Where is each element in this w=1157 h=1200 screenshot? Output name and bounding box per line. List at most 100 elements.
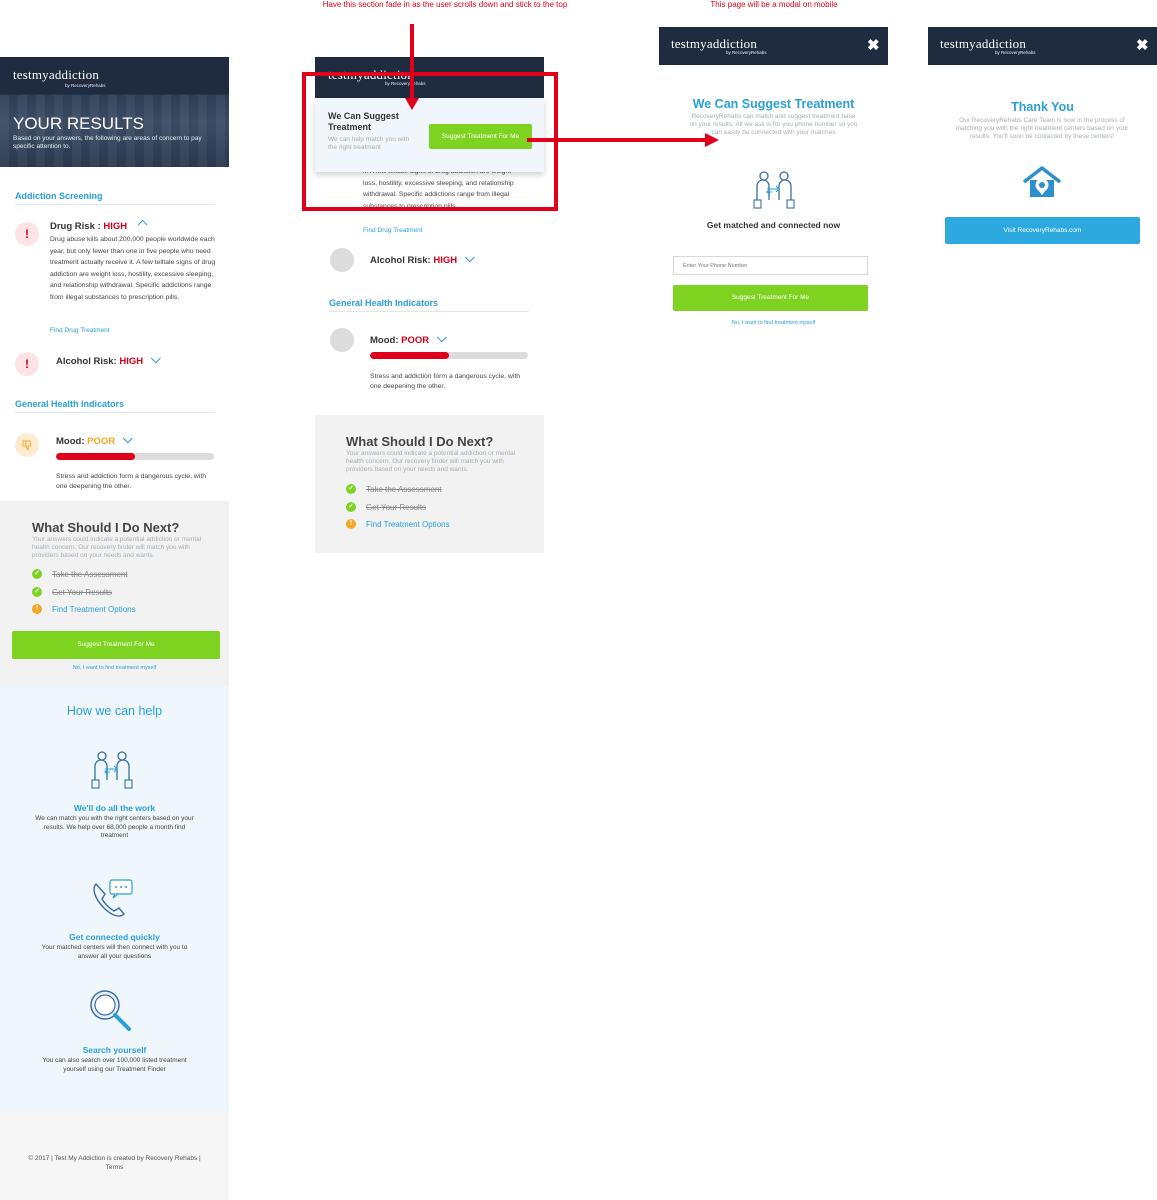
chevron-up-icon[interactable]	[137, 219, 148, 230]
mood-thumbs-down-icon	[15, 433, 39, 457]
close-icon[interactable]: ✖	[1136, 38, 1149, 53]
next-steps-description: Your answers could indicate a potential …	[32, 536, 202, 559]
step-find-treatment[interactable]: ! Find Treatment Options	[346, 519, 450, 529]
mood-description: Stress and addiction form a dangerous cy…	[370, 373, 520, 390]
annotation-arrow-line	[527, 138, 707, 142]
mood-heading[interactable]: Mood: POOR	[370, 332, 447, 346]
mood-progress-fill	[56, 453, 135, 460]
thanks-title: Thank You	[1011, 100, 1074, 114]
alcohol-risk-label: Alcohol Risk:	[56, 356, 117, 367]
results-hero: testmyaddiction by RecoveryRehabs YOUR R…	[0, 57, 229, 167]
step-label: Get Your Results	[366, 502, 427, 512]
next-steps-description: Your answers could indicate a potential …	[346, 450, 516, 473]
next-steps-section: What Should I Do Next? Your answers coul…	[315, 415, 544, 553]
feature-description: You can also search over 100,000 listed …	[42, 1057, 187, 1073]
step-label: Take the Assessment	[366, 484, 442, 494]
annotation-arrow-head	[405, 98, 419, 110]
alcohol-risk-alert-icon: !	[15, 352, 39, 376]
mood-progress-bar	[370, 352, 528, 359]
alcohol-risk-level: HIGH	[433, 255, 458, 266]
alcohol-risk-heading[interactable]: Alcohol Risk: HIGH	[370, 252, 475, 266]
step-get-results: ✓ Get Your Results	[32, 587, 112, 597]
feature-title: We'll do all the work	[73, 803, 156, 813]
page-subtitle: Based on your answers, the following are…	[13, 135, 202, 150]
footer: © 2017 | Test My Addiction is created by…	[0, 1112, 229, 1200]
chevron-down-icon[interactable]	[464, 252, 475, 263]
close-icon[interactable]: ✖	[867, 38, 880, 53]
mood-progress-fill	[370, 352, 449, 359]
chevron-down-icon[interactable]	[122, 433, 133, 444]
drug-risk-heading[interactable]: Drug Risk : HIGH	[50, 219, 148, 232]
mood-level: POOR	[87, 436, 116, 447]
mood-icon	[330, 328, 354, 352]
mood-description: Stress and addiction form a dangerous cy…	[56, 473, 206, 490]
matching-people-icon	[752, 170, 798, 210]
feature-description: We can match you with the right centers …	[35, 815, 194, 839]
general-health-section-title: General Health Indicators	[15, 399, 125, 409]
chevron-down-icon[interactable]	[150, 353, 161, 364]
help-title: How we can help	[66, 704, 163, 718]
step-label[interactable]: Find Treatment Options	[52, 605, 136, 614]
feature-description: Your matched centers will then connect w…	[41, 944, 188, 960]
section-divider	[15, 412, 215, 413]
find-drug-treatment-link[interactable]: Find Drug Treatment	[363, 227, 423, 234]
drug-risk-description: Drug abuse kills about 200,000 people wo…	[50, 236, 216, 301]
logo-subtitle: by RecoveryRehabs	[65, 83, 106, 88]
modal-description: RecoveryRehabs can match and suggest tre…	[689, 113, 858, 136]
modal-suggest-treatment-button[interactable]: Suggest Treatment For Me	[673, 285, 868, 311]
find-treatment-myself-link[interactable]: No, I want to find treatment myself	[0, 665, 229, 671]
home-location-icon	[1021, 166, 1063, 200]
step-take-assessment: ✓ Take the Assessment	[32, 569, 128, 579]
mood-heading[interactable]: Mood: POOR	[56, 433, 133, 447]
drug-risk-alert-icon: !	[15, 222, 39, 246]
page-title: YOUR RESULTS	[13, 114, 144, 133]
feature-title: Search yourself	[82, 1045, 147, 1055]
step-label[interactable]: Find Treatment Options	[366, 520, 450, 529]
logo[interactable]: testmyaddiction	[13, 67, 99, 83]
annotation-modal-note: This page will be a modal on mobile	[710, 0, 838, 9]
general-health-section-title: General Health Indicators	[329, 298, 439, 308]
thanks-header: testmyaddiction by RecoveryRehabs ✖	[928, 27, 1157, 65]
step-get-results: ✓ Get Your Results	[346, 502, 426, 512]
step-find-treatment[interactable]: ! Find Treatment Options	[32, 604, 136, 614]
annotation-sticky-note: Have this section fade in as the user sc…	[322, 0, 568, 9]
matching-people-icon	[90, 750, 136, 790]
section-divider	[15, 204, 215, 205]
check-icon: ✓	[346, 502, 356, 512]
visit-recoveryrehabs-button[interactable]: Visit RecoveryRehabs.com	[945, 217, 1140, 244]
addiction-section-title: Addiction Screening	[15, 191, 103, 201]
logo-subtitle: by RecoveryRehabs	[995, 50, 1036, 55]
mood-progress-bar	[56, 453, 214, 460]
section-divider	[329, 311, 529, 312]
mood-level: POOR	[401, 335, 430, 346]
annotation-highlight-box	[302, 72, 558, 211]
chevron-down-icon[interactable]	[436, 332, 447, 343]
annotation-arrow-line	[410, 24, 414, 100]
alcohol-risk-icon	[330, 248, 354, 272]
get-matched-text: Get matched and connected now	[706, 220, 841, 230]
magnifier-icon	[89, 989, 135, 1035]
suggest-treatment-button[interactable]: Suggest Treatment For Me	[12, 631, 220, 659]
modal-title: We Can Suggest Treatment	[692, 97, 855, 111]
alert-icon: !	[346, 519, 356, 529]
thanks-description: Our RecoveryRehabs Care Team is now in t…	[955, 117, 1129, 140]
feature-title: Get connected quickly	[69, 932, 160, 942]
phone-number-input[interactable]	[673, 256, 868, 275]
modal-find-myself-link[interactable]: No, I want to find treatment myself	[659, 320, 888, 326]
next-steps-section: What Should I Do Next? Your answers coul…	[0, 501, 229, 686]
step-take-assessment: ✓ Take the Assessment	[346, 484, 442, 494]
next-steps-title: What Should I Do Next?	[32, 520, 180, 535]
phone-chat-icon	[90, 878, 134, 918]
mood-label: Mood:	[370, 335, 399, 346]
footer-text[interactable]: © 2017 | Test My Addiction is created by…	[28, 1155, 200, 1171]
logo-subtitle: by RecoveryRehabs	[726, 50, 767, 55]
alcohol-risk-heading[interactable]: Alcohol Risk: HIGH	[56, 353, 161, 367]
step-label: Take the Assessment	[52, 569, 128, 579]
drug-risk-level: HIGH	[103, 221, 128, 232]
how-we-can-help-section: How we can help We'll do all the work We…	[0, 686, 229, 1112]
next-steps-title: What Should I Do Next?	[346, 434, 494, 449]
check-icon: ✓	[32, 587, 42, 597]
alert-icon: !	[32, 604, 42, 614]
find-drug-treatment-link[interactable]: Find Drug Treatment	[50, 327, 110, 334]
step-label: Get Your Results	[52, 587, 113, 597]
